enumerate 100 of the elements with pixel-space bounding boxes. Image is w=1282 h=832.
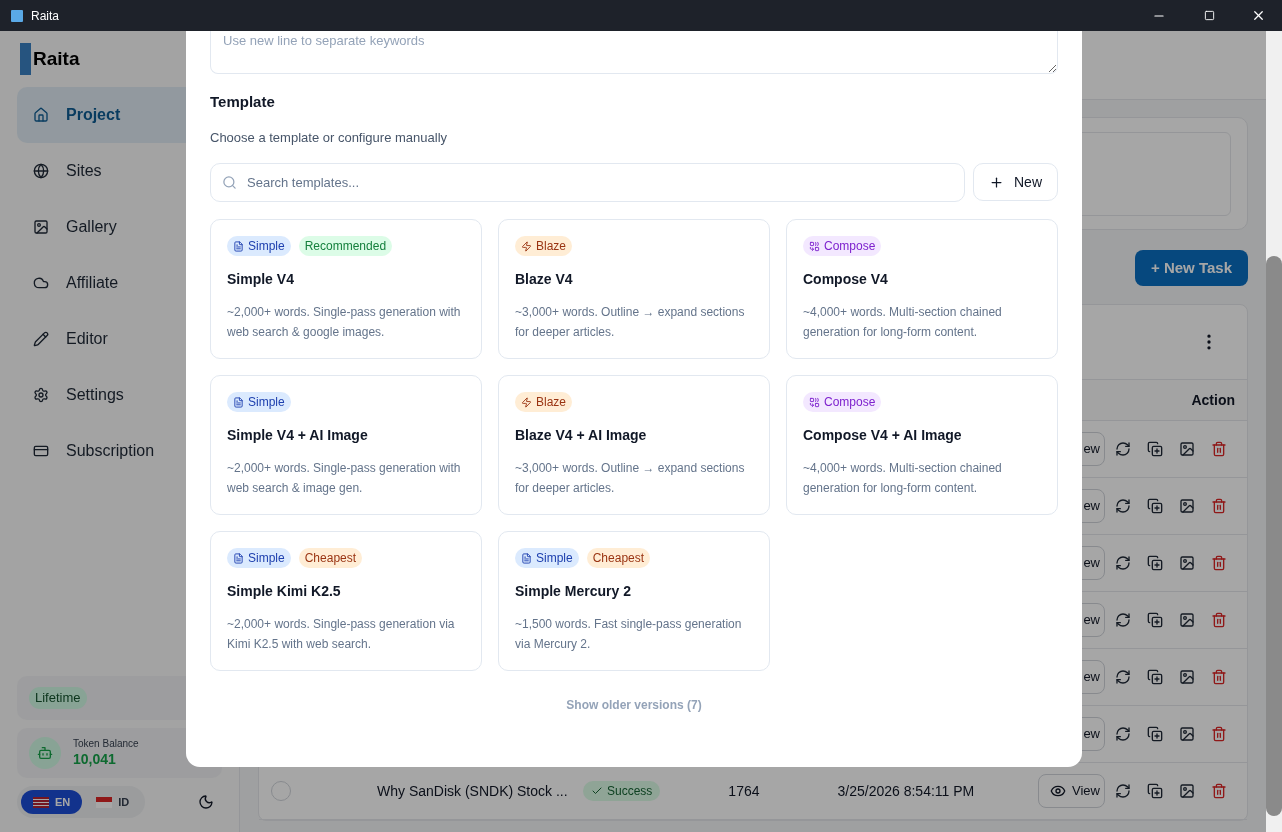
refresh-icon[interactable] xyxy=(1115,555,1131,571)
pencil-icon xyxy=(33,331,49,347)
new-template-button[interactable]: New xyxy=(973,163,1058,201)
trash-icon[interactable] xyxy=(1211,669,1227,685)
duplicate-icon[interactable] xyxy=(1147,783,1163,799)
template-title: Simple Kimi K2.5 xyxy=(227,582,342,601)
template-description: ~4,000+ words. Multi-section chained generation for long-form content. xyxy=(803,304,1003,341)
template-tag: Simple xyxy=(227,548,291,568)
keywords-field[interactable]: Use new line to separate keywords xyxy=(210,31,1058,74)
globe-icon xyxy=(33,163,49,179)
status-badge: Success xyxy=(583,781,661,801)
template-card[interactable]: Blaze Blaze V4 ~3,000+ words. Outline → expand sections for deeper articles. xyxy=(498,219,770,359)
trash-icon[interactable] xyxy=(1211,783,1227,799)
template-description: ~2,000+ words. Single-pass generation via Kimi K2.5 with web search. xyxy=(227,616,456,653)
plus-icon xyxy=(989,174,1004,190)
app-icon xyxy=(11,9,23,22)
duplicate-icon[interactable] xyxy=(1147,555,1163,571)
refresh-icon[interactable] xyxy=(1115,612,1131,628)
token-value: 10,041 xyxy=(73,750,117,768)
close-icon[interactable] xyxy=(1251,8,1266,23)
moon-icon[interactable] xyxy=(198,794,214,810)
window-title: Raita xyxy=(31,7,59,25)
image-icon[interactable] xyxy=(1179,669,1195,685)
trash-icon[interactable] xyxy=(1211,612,1227,628)
duplicate-icon[interactable] xyxy=(1147,441,1163,457)
image-icon[interactable] xyxy=(1179,498,1195,514)
refresh-icon[interactable] xyxy=(1115,498,1131,514)
template-tag: Simple xyxy=(227,236,291,256)
image-icon[interactable] xyxy=(1179,555,1195,571)
document-icon xyxy=(233,396,244,408)
check-icon xyxy=(591,785,603,797)
refresh-icon[interactable] xyxy=(1115,783,1131,799)
cloud-icon xyxy=(33,275,49,291)
template-title: Simple Mercury 2 xyxy=(515,582,632,601)
trash-icon[interactable] xyxy=(1211,498,1227,514)
image-icon[interactable] xyxy=(1179,783,1195,799)
template-description: ~3,000+ words. Outline → expand sections for deeper articles. xyxy=(515,460,746,497)
plan-badge: Lifetime xyxy=(29,687,87,709)
token-label: Token Balance xyxy=(73,738,139,751)
template-tag: Simple xyxy=(227,392,291,412)
table-cell-text: 1764 xyxy=(728,781,760,801)
squares-icon xyxy=(809,240,820,252)
document-icon xyxy=(521,552,532,564)
template-tag: Blaze xyxy=(515,392,573,412)
template-card[interactable]: Simple Cheapest Simple Mercury 2 ~1,500 words. Fast single-pass generation via Mercury 2. xyxy=(498,531,770,671)
trash-icon[interactable] xyxy=(1211,726,1227,742)
template-card[interactable]: Simple Simple V4 + AI Image ~2,000+ words. Single-pass generation with web search & image gen. xyxy=(210,375,482,515)
image-icon[interactable] xyxy=(1179,441,1195,457)
duplicate-icon[interactable] xyxy=(1147,498,1163,514)
template-card[interactable]: Blaze Blaze V4 + AI Image ~3,000+ words. Outline → expand sections for deeper articles. xyxy=(498,375,770,515)
template-card[interactable]: Simple Recommended Simple V4 ~2,000+ words. Single-pass generation with web search & google images. xyxy=(210,219,482,359)
lightning-icon xyxy=(521,240,532,252)
template-title: Blaze V4 xyxy=(515,270,574,289)
template-card[interactable]: Compose Compose V4 + AI Image ~4,000+ words. Multi-section chained generation for long-form content. xyxy=(786,375,1058,515)
refresh-icon[interactable] xyxy=(1115,726,1131,742)
template-title: Compose V4 xyxy=(803,270,889,289)
template-title: Simple V4 + AI Image xyxy=(227,426,369,445)
document-icon xyxy=(233,552,244,564)
eye-icon xyxy=(1050,783,1067,799)
settings-icon xyxy=(33,387,49,403)
maximize-icon[interactable] xyxy=(1204,10,1215,21)
template-description: ~4,000+ words. Multi-section chained generation for long-form content. xyxy=(803,460,1003,497)
template-tag: Cheapest xyxy=(586,548,651,568)
column-header: Action xyxy=(1191,390,1235,410)
refresh-icon[interactable] xyxy=(1115,669,1131,685)
duplicate-icon[interactable] xyxy=(1147,726,1163,742)
new-task-button[interactable]: + New Task xyxy=(1135,250,1248,286)
template-card[interactable]: Simple Cheapest Simple Kimi K2.5 ~2,000+ words. Single-pass generation via Kimi K2.5 with web search. xyxy=(210,531,482,671)
image-icon[interactable] xyxy=(1179,612,1195,628)
template-tag: Compose xyxy=(803,236,882,256)
lightning-icon xyxy=(521,396,532,408)
card-icon xyxy=(33,443,49,459)
home-icon xyxy=(33,107,49,123)
view-button[interactable]: View xyxy=(1038,774,1105,808)
table-cell-text: Why SanDisk (SNDK) Stock ... xyxy=(377,781,567,801)
language-option[interactable]: ID xyxy=(84,790,142,814)
flag-icon xyxy=(33,796,49,808)
template-tag: Simple xyxy=(515,548,579,568)
trash-icon[interactable] xyxy=(1211,555,1227,571)
flag-icon xyxy=(96,796,113,808)
image-icon xyxy=(33,219,49,235)
document-icon xyxy=(233,240,244,252)
image-icon[interactable] xyxy=(1179,726,1195,742)
language-option[interactable]: EN xyxy=(21,790,83,814)
search-field[interactable]: Search templates... xyxy=(210,163,965,202)
template-card[interactable]: Compose Compose V4 ~4,000+ words. Multi-section chained generation for long-form content. xyxy=(786,219,1058,359)
duplicate-icon[interactable] xyxy=(1147,612,1163,628)
template-description: ~2,000+ words. Single-pass generation with web search & google images. xyxy=(227,304,462,341)
template-title: Simple V4 xyxy=(227,270,295,289)
template-title: Compose V4 + AI Image xyxy=(803,426,963,445)
trash-icon[interactable] xyxy=(1211,441,1227,457)
template-tag: Recommended xyxy=(298,236,393,256)
refresh-icon[interactable] xyxy=(1115,441,1131,457)
template-title: Blaze V4 + AI Image xyxy=(515,426,648,445)
duplicate-icon[interactable] xyxy=(1147,669,1163,685)
row-checkbox[interactable] xyxy=(271,781,291,801)
template-description: ~2,000+ words. Single-pass generation with web search & image gen. xyxy=(227,460,462,497)
search-icon xyxy=(222,175,237,190)
squares-icon xyxy=(809,396,820,408)
template-tag: Compose xyxy=(803,392,882,412)
